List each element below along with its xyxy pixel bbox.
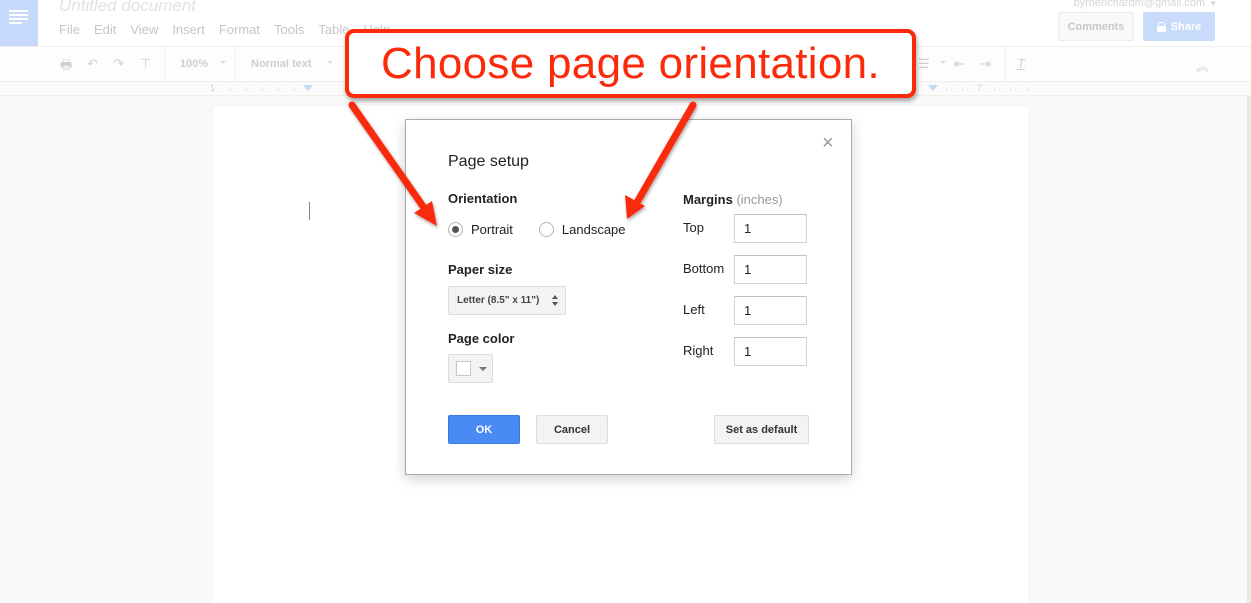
redo-icon[interactable]: ↷ (113, 56, 124, 72)
paper-size-select[interactable]: Letter (8.5" x 11") (448, 286, 566, 315)
share-button[interactable]: Share (1143, 12, 1215, 41)
margin-right-input[interactable] (734, 337, 807, 366)
chevron-down-icon (479, 367, 487, 371)
select-arrows-icon (552, 295, 559, 307)
menu-tools[interactable]: Tools (274, 22, 304, 37)
margins-label: Margins (683, 192, 733, 207)
account-email: byrnerichardm@gmail.com (1073, 0, 1206, 9)
margins-unit: (inches) (736, 192, 783, 207)
paper-size-value: Letter (8.5" x 11") (457, 295, 540, 306)
bulleted-list-icon[interactable]: ☰ (918, 56, 930, 72)
style-caret-icon (327, 61, 333, 64)
zoom-select[interactable]: 100% (180, 58, 208, 70)
right-indent-marker[interactable] (928, 85, 938, 91)
increase-indent-icon[interactable]: ⇥ (980, 56, 991, 72)
cancel-button[interactable]: Cancel (536, 415, 608, 444)
landscape-label[interactable]: Landscape (562, 222, 626, 237)
document-title[interactable]: Untitled document (59, 0, 196, 16)
page-color-label: Page color (448, 331, 515, 346)
landscape-radio[interactable] (538, 222, 554, 237)
share-label: Share (1170, 20, 1202, 33)
margin-bottom-label: Bottom (683, 261, 725, 276)
portrait-label[interactable]: Portrait (471, 222, 513, 237)
margin-bottom-input[interactable] (734, 255, 807, 284)
orientation-label: Orientation (448, 191, 518, 206)
menu-view[interactable]: View (130, 22, 158, 37)
portrait-radio[interactable] (448, 222, 463, 237)
margins-heading: Margins (inches) (683, 192, 783, 207)
left-indent-marker[interactable] (303, 85, 313, 91)
screen: Untitled document File Edit View Insert … (0, 0, 1251, 603)
menu-bar: File Edit View Insert Format Tools Table… (59, 22, 390, 37)
decrease-indent-icon[interactable]: ⇤ (954, 56, 965, 72)
ok-button[interactable]: OK (448, 415, 520, 444)
account-menu[interactable]: byrnerichardm@gmail.com ▼ (1073, 0, 1217, 9)
docs-home-icon[interactable] (0, 0, 38, 46)
paper-size-label: Paper size (448, 262, 513, 277)
paint-format-icon[interactable]: ⊤ (140, 56, 151, 72)
page-setup-dialog: × Page setup Orientation Portrait Landsc… (405, 119, 852, 475)
set-as-default-button[interactable]: Set as default (714, 415, 809, 444)
page-color-picker[interactable] (448, 354, 493, 383)
undo-icon[interactable]: ↶ (87, 56, 98, 72)
annotation-text: Choose page orientation. (381, 38, 880, 88)
dialog-title: Page setup (448, 153, 529, 170)
menu-edit[interactable]: Edit (94, 22, 116, 37)
comments-button[interactable]: Comments (1058, 12, 1134, 41)
chevron-down-icon: ▼ (1209, 0, 1217, 8)
scrollbar[interactable] (1247, 96, 1251, 603)
zoom-caret-icon (220, 61, 226, 64)
ruler-number-1: 1 (210, 83, 216, 93)
margin-right-label: Right (683, 343, 714, 358)
close-icon[interactable]: × (822, 133, 834, 153)
color-swatch (456, 361, 471, 376)
menu-file[interactable]: File (59, 22, 80, 37)
print-icon[interactable]: 🖶 (60, 56, 72, 78)
margin-top-label: Top (683, 220, 704, 235)
clear-formatting-icon[interactable]: T (1017, 56, 1025, 71)
style-select[interactable]: Normal text (251, 58, 312, 70)
margin-left-input[interactable] (734, 296, 807, 325)
text-cursor (309, 202, 310, 220)
margin-left-label: Left (683, 302, 705, 317)
collapse-chevron-icon[interactable]: ︽ (1196, 56, 1209, 75)
menu-format[interactable]: Format (219, 22, 260, 37)
annotation-callout: Choose page orientation. (345, 29, 916, 98)
lock-icon (1156, 21, 1166, 32)
orientation-options: Portrait Landscape (448, 222, 652, 237)
margin-top-input[interactable] (734, 214, 807, 243)
ruler-number-7: 7 (977, 83, 983, 93)
menu-insert[interactable]: Insert (172, 22, 205, 37)
list-caret-icon (940, 61, 946, 64)
